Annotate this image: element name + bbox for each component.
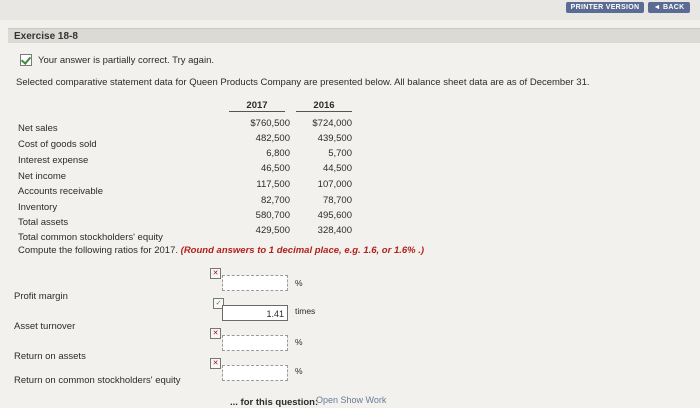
column-header-2016: 2016 [313,100,335,111]
return-on-equity-input[interactable] [222,365,288,381]
table-row-label: Inventory [18,202,58,213]
answer-status: Your answer is partially correct. Try ag… [20,54,214,66]
table-cell-2016: 495,600 [317,210,352,221]
table-cell-2016: 5,700 [328,148,352,159]
table-row-label: Accounts receivable [18,186,104,197]
table-cell-2017: 429,500 [255,225,290,236]
exercise-header-band [8,28,700,43]
table-cell-2017: 82,700 [260,195,290,206]
footer-label: ... for this question: [230,397,319,408]
table-cell-2017: 580,700 [255,210,290,221]
table-cell-2016: 107,000 [317,179,352,190]
question-label: Return on assets [14,351,86,362]
table-cell-2016: 44,500 [322,163,352,174]
table-cell-2016: $724,000 [312,118,352,129]
answer-status-text: Your answer is partially correct. Try ag… [38,54,215,66]
unit-label: % [295,337,303,347]
unit-label: % [295,278,303,288]
divider [296,111,352,112]
table-cell-2017: 6,800 [266,148,290,159]
table-cell-2017: $760,500 [250,118,290,129]
question-label: Profit margin [14,291,68,302]
table-row-label: Cost of goods sold [18,139,97,150]
table-row-label: Interest expense [18,155,89,166]
question-label: Return on common stockholders' equity [14,375,181,386]
table-cell-2016: 328,400 [317,225,352,236]
return-on-assets-input[interactable] [222,335,288,351]
exercise-title: Exercise 18-8 [14,31,78,42]
divider [229,111,285,112]
table-cell-2017: 46,500 [260,163,290,174]
table-row-label: Total assets [18,217,69,228]
unit-label: times [295,306,316,316]
instructions: Compute the following ratios for 2017. (… [18,245,424,256]
instructions-main: Compute the following ratios for 2017. [18,245,179,256]
question-label: Asset turnover [14,321,76,332]
incorrect-x-icon: ✕ [210,328,221,339]
unit-label: % [295,366,303,376]
incorrect-x-icon: ✕ [210,358,221,369]
open-show-work-link[interactable]: Open Show Work [316,395,386,405]
column-header-2017: 2017 [246,100,268,111]
table-cell-2016: 78,700 [322,195,352,206]
exercise-intro: Selected comparative statement data for … [16,77,590,88]
table-row-label: Net income [18,171,67,182]
table-row-label: Net sales [18,123,58,134]
top-toolbar: PRINTER VERSION ◄ BACK [0,0,700,20]
table-row-label: Total common stockholders' equity [18,232,163,243]
partial-check-icon [20,54,32,66]
back-button[interactable]: ◄ BACK [648,2,690,13]
printer-version-button[interactable]: PRINTER VERSION [566,2,644,13]
table-cell-2016: 439,500 [317,133,352,144]
table-cell-2017: 117,500 [256,179,290,190]
rounding-note: (Round answers to 1 decimal place, e.g. … [180,245,425,256]
incorrect-x-icon: ✕ [210,268,221,279]
table-cell-2017: 482,500 [255,133,290,144]
asset-turnover-input[interactable]: 1.41 [222,305,288,321]
profit-margin-input[interactable] [222,275,288,291]
